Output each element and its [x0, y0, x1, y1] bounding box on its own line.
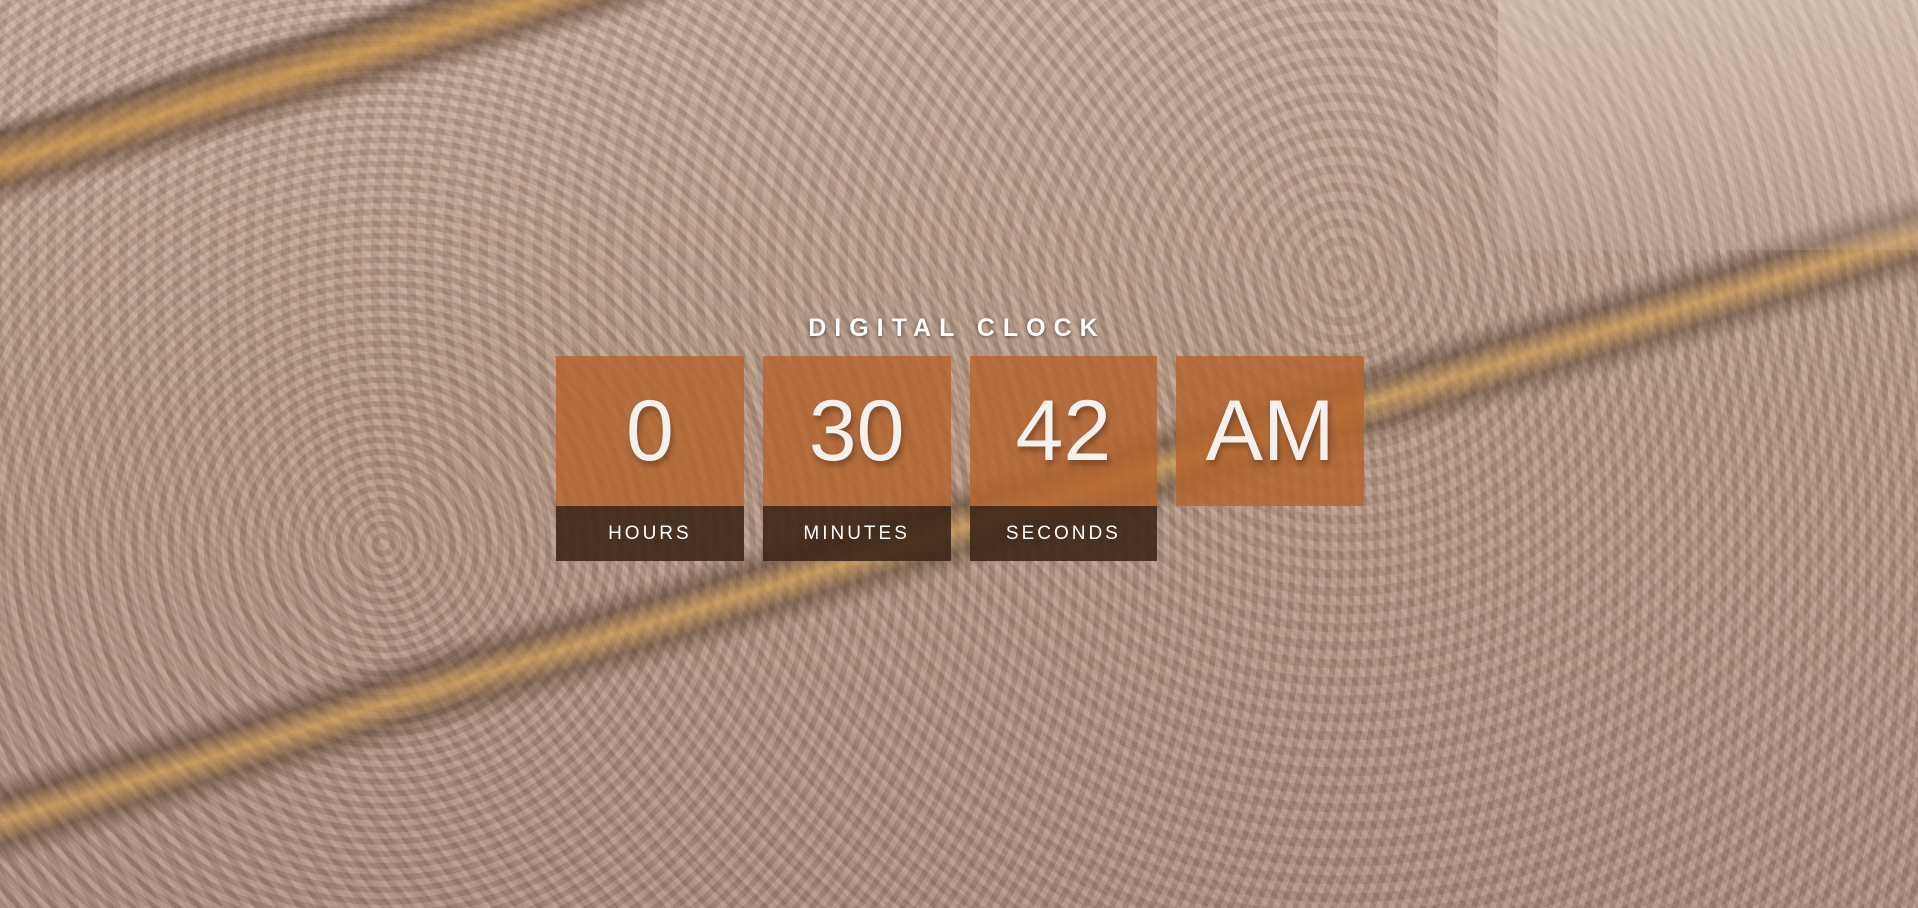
- digital-clock: DIGITAL CLOCK 0 HOURS 30 MINUTES 42 SECO…: [556, 310, 1364, 561]
- clock-title: DIGITAL CLOCK: [808, 314, 1106, 342]
- minutes-unit: 30 MINUTES: [762, 356, 951, 561]
- background-image: DIGITAL CLOCK 0 HOURS 30 MINUTES 42 SECO…: [0, 0, 1918, 908]
- hours-label: HOURS: [556, 506, 744, 561]
- hours-value: 0: [556, 356, 744, 506]
- minutes-value: 30: [762, 356, 951, 506]
- hours-unit: 0 HOURS: [556, 356, 744, 561]
- background-panel: [1498, 0, 1918, 250]
- minutes-label: MINUTES: [762, 506, 951, 561]
- seconds-value: 42: [969, 356, 1158, 506]
- period-value: AM: [1176, 356, 1364, 506]
- seconds-label: SECONDS: [969, 506, 1158, 561]
- clock-units: 0 HOURS 30 MINUTES 42 SECONDS AM: [556, 356, 1364, 561]
- seconds-unit: 42 SECONDS: [969, 356, 1158, 561]
- period-unit: AM: [1176, 356, 1364, 561]
